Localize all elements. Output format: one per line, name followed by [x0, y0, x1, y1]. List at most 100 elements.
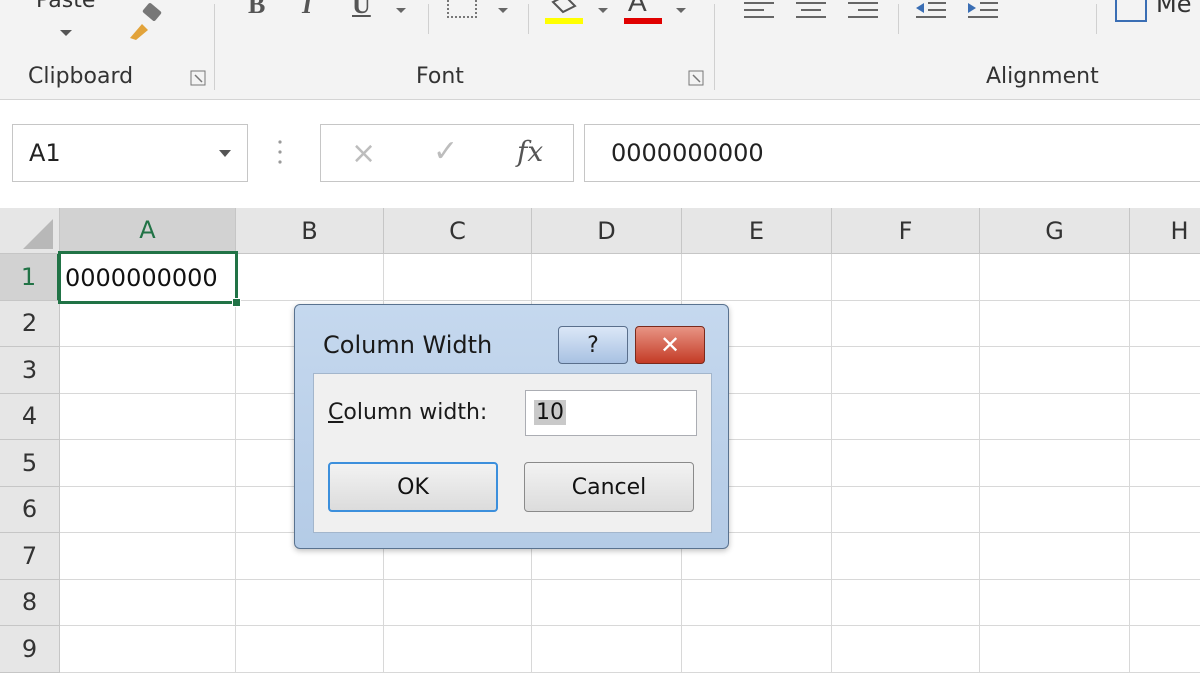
cell-a5[interactable] — [60, 440, 236, 487]
clipboard-dialog-launcher-icon[interactable] — [190, 70, 206, 86]
select-all-button[interactable] — [0, 208, 60, 254]
cell-d1[interactable] — [532, 254, 682, 301]
cell-f3[interactable] — [832, 347, 980, 394]
fill-color-dropdown-arrow-icon[interactable] — [598, 8, 608, 13]
cell-g8[interactable] — [980, 579, 1130, 626]
increase-indent-icon[interactable] — [966, 0, 1000, 22]
row-header-8[interactable]: 8 — [0, 579, 60, 626]
column-header-d[interactable]: D — [532, 208, 682, 254]
format-painter-icon[interactable] — [122, 2, 166, 42]
cell-g1[interactable] — [980, 254, 1130, 301]
cell-h5[interactable] — [1130, 440, 1200, 487]
borders-icon[interactable] — [447, 0, 477, 18]
cell-c9[interactable] — [384, 626, 532, 673]
cancel-entry-icon[interactable]: × — [351, 139, 376, 169]
cell-h3[interactable] — [1130, 347, 1200, 394]
row-header-6[interactable]: 6 — [0, 486, 60, 533]
cell-f5[interactable] — [832, 440, 980, 487]
cancel-button[interactable]: Cancel — [524, 462, 694, 512]
cell-e1[interactable] — [682, 254, 832, 301]
underline-dropdown-arrow-icon[interactable] — [396, 8, 406, 13]
column-width-input[interactable]: 10 — [525, 390, 697, 436]
fill-handle[interactable] — [232, 298, 241, 307]
cell-h1[interactable] — [1130, 254, 1200, 301]
column-header-e[interactable]: E — [682, 208, 832, 254]
cell-c8[interactable] — [384, 579, 532, 626]
cell-g9[interactable] — [980, 626, 1130, 673]
font-color-button[interactable]: A — [628, 0, 647, 18]
name-box[interactable]: A1 — [12, 124, 248, 182]
row-header-2[interactable]: 2 — [0, 300, 60, 347]
borders-dropdown-arrow-icon[interactable] — [498, 8, 508, 13]
row-header-3[interactable]: 3 — [0, 347, 60, 394]
paste-button-label[interactable]: Paste — [36, 0, 95, 13]
row-header-9[interactable]: 9 — [0, 626, 60, 673]
cell-d8[interactable] — [532, 579, 682, 626]
formula-input[interactable]: 0000000000 — [584, 124, 1200, 182]
italic-button[interactable]: I — [302, 0, 312, 20]
cell-f7[interactable] — [832, 533, 980, 580]
font-color-dropdown-arrow-icon[interactable] — [676, 8, 686, 13]
underline-button[interactable]: U — [352, 0, 371, 20]
cell-h4[interactable] — [1130, 394, 1200, 440]
ok-button[interactable]: OK — [328, 462, 498, 512]
close-button[interactable]: ✕ — [635, 326, 705, 364]
align-left-icon[interactable] — [742, 0, 776, 22]
cell-a7[interactable] — [60, 533, 236, 580]
cell-f2[interactable] — [832, 300, 980, 347]
row-header-7[interactable]: 7 — [0, 533, 60, 580]
cell-b1[interactable] — [236, 254, 384, 301]
row-header-1[interactable]: 1 — [0, 254, 60, 301]
enter-entry-icon[interactable]: ✓ — [433, 137, 458, 167]
cell-e9[interactable] — [682, 626, 832, 673]
cell-g2[interactable] — [980, 300, 1130, 347]
cell-c1[interactable] — [384, 254, 532, 301]
cell-a9[interactable] — [60, 626, 236, 673]
cell-d9[interactable] — [532, 626, 682, 673]
merge-center-button-label[interactable]: Me — [1156, 0, 1191, 18]
row-header-5[interactable]: 5 — [0, 440, 60, 487]
cell-f6[interactable] — [832, 486, 980, 533]
column-header-b[interactable]: B — [236, 208, 384, 254]
cell-f9[interactable] — [832, 626, 980, 673]
cell-h9[interactable] — [1130, 626, 1200, 673]
cell-a6[interactable] — [60, 486, 236, 533]
row-header-4[interactable]: 4 — [0, 393, 60, 440]
formula-bar-splitter-icon[interactable] — [278, 138, 282, 168]
insert-function-icon[interactable]: fx — [517, 135, 543, 168]
cell-f8[interactable] — [832, 579, 980, 626]
paste-dropdown-arrow-icon[interactable] — [60, 30, 72, 36]
help-button[interactable]: ? — [558, 326, 628, 364]
cell-a3[interactable] — [60, 347, 236, 394]
cell-h2[interactable] — [1130, 301, 1200, 347]
cell-b8[interactable] — [236, 579, 384, 626]
cell-g7[interactable] — [980, 533, 1130, 580]
cell-a4[interactable] — [60, 393, 236, 440]
cell-h7[interactable] — [1130, 533, 1200, 580]
name-box-dropdown-arrow-icon[interactable] — [219, 150, 231, 157]
cell-e8[interactable] — [682, 579, 832, 626]
active-cell-a1[interactable]: 0000000000 — [58, 251, 241, 307]
cell-g3[interactable] — [980, 347, 1130, 394]
bold-button[interactable]: B — [248, 0, 265, 20]
cell-f4[interactable] — [832, 393, 980, 440]
cell-a8[interactable] — [60, 579, 236, 626]
column-header-c[interactable]: C — [384, 208, 532, 254]
column-header-a[interactable]: A — [60, 208, 236, 254]
cell-b9[interactable] — [236, 626, 384, 673]
font-dialog-launcher-icon[interactable] — [688, 70, 704, 86]
merge-center-icon[interactable] — [1115, 0, 1147, 22]
cell-g5[interactable] — [980, 440, 1130, 487]
align-center-icon[interactable] — [794, 0, 828, 22]
cell-g4[interactable] — [980, 393, 1130, 440]
cell-g6[interactable] — [980, 486, 1130, 533]
column-header-g[interactable]: G — [980, 208, 1130, 254]
cell-f1[interactable] — [832, 254, 980, 301]
cell-a2[interactable] — [60, 300, 236, 347]
cell-h8[interactable] — [1130, 580, 1200, 626]
align-right-icon[interactable] — [846, 0, 880, 22]
column-header-f[interactable]: F — [832, 208, 980, 254]
cell-h6[interactable] — [1130, 487, 1200, 533]
column-header-h[interactable]: H — [1130, 208, 1200, 254]
decrease-indent-icon[interactable] — [914, 0, 948, 22]
